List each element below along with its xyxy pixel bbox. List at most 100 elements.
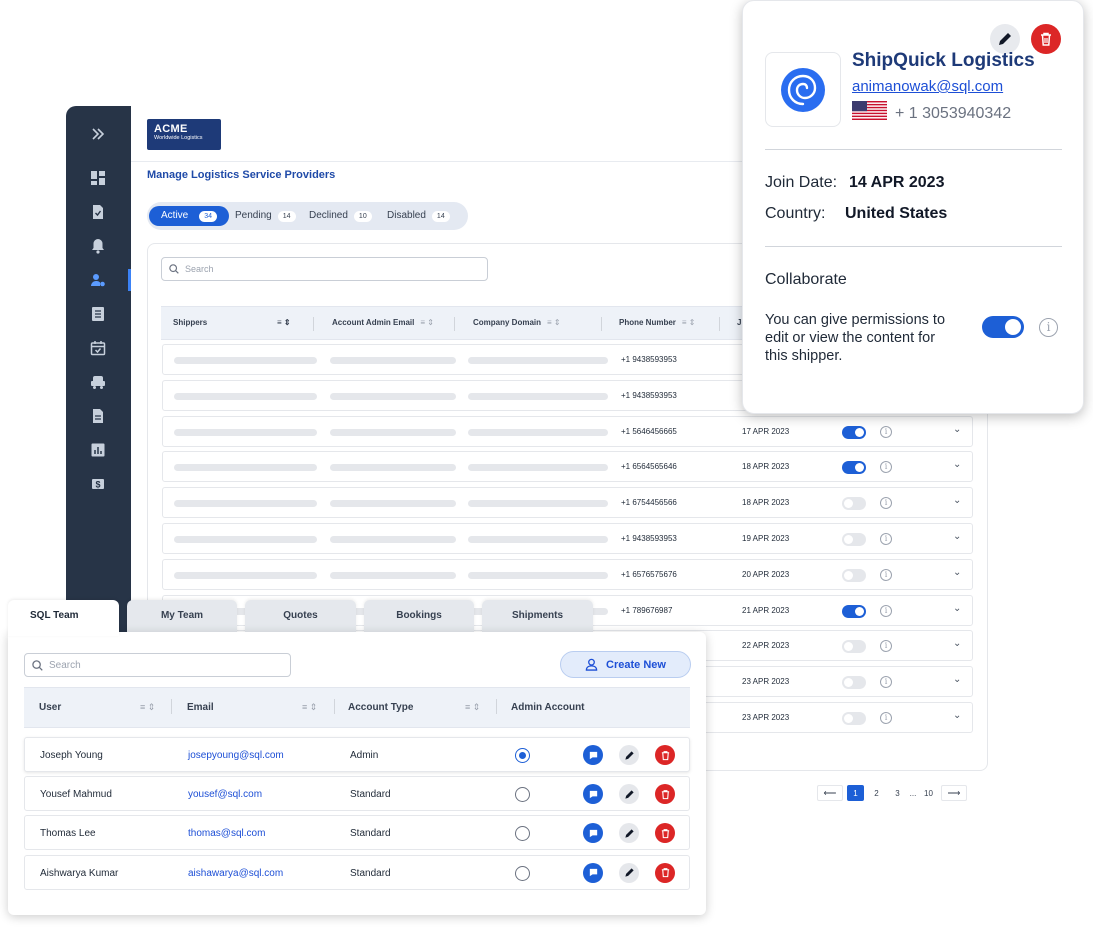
admin-radio[interactable]	[515, 748, 530, 763]
col-shippers[interactable]: Shippers	[173, 318, 207, 327]
collab-toggle[interactable]	[842, 712, 866, 725]
tab-declined[interactable]: Declined 10	[309, 206, 372, 226]
team-search-input[interactable]: Search	[24, 653, 291, 677]
message-button[interactable]	[583, 862, 603, 883]
col-email[interactable]: Email	[187, 702, 214, 713]
company-email-link[interactable]: animanowak@sql.com	[852, 78, 1003, 95]
user-email-link[interactable]: josepyoung@sql.com	[188, 750, 284, 761]
edit-button[interactable]	[619, 784, 639, 805]
tab-disabled[interactable]: Disabled 14	[387, 206, 450, 226]
edit-button[interactable]	[619, 862, 639, 883]
delete-button[interactable]	[655, 745, 675, 765]
info-icon[interactable]: i	[880, 568, 892, 581]
tab-quotes[interactable]: Quotes	[245, 600, 356, 633]
col-admin-email[interactable]: Account Admin Email ≡ ⇕	[332, 318, 434, 327]
page-2-button[interactable]: 2	[868, 785, 885, 801]
create-new-button[interactable]: Create New	[560, 651, 691, 678]
collab-toggle[interactable]	[842, 425, 866, 439]
col-admin-account[interactable]: Admin Account	[511, 702, 585, 713]
delete-button[interactable]	[1031, 24, 1061, 54]
chevron-down-icon[interactable]: ⌄	[953, 710, 961, 721]
page-3-button[interactable]: 3	[889, 785, 906, 801]
user-email-link[interactable]: thomas@sql.com	[188, 828, 265, 839]
file-icon[interactable]	[90, 408, 106, 424]
tab-pending[interactable]: Pending 14	[235, 206, 296, 226]
delete-button[interactable]	[655, 784, 675, 805]
chevron-down-icon[interactable]: ⌄	[953, 459, 961, 470]
tab-sql-team[interactable]: SQL Team	[8, 600, 119, 636]
filter-sort-icon[interactable]: ≡ ⇕	[547, 318, 561, 327]
tab-my-team[interactable]: My Team	[127, 600, 237, 633]
admin-radio[interactable]	[515, 865, 530, 881]
info-icon[interactable]: i	[880, 640, 892, 653]
info-icon[interactable]: i	[880, 604, 892, 617]
message-button[interactable]	[583, 745, 603, 765]
provider-row[interactable]: +1 6576575676 20 APR 2023 i ⌄	[162, 558, 973, 590]
filter-sort-icon[interactable]: ≡ ⇕	[682, 318, 696, 327]
user-row[interactable]: Yousef Mahmud yousef@sql.com Standard	[24, 776, 690, 812]
info-icon[interactable]: i	[880, 497, 892, 510]
collab-toggle[interactable]	[842, 533, 866, 546]
delete-button[interactable]	[655, 823, 675, 844]
chevron-down-icon[interactable]: ⌄	[953, 674, 961, 685]
collab-toggle[interactable]	[842, 461, 866, 475]
col-user[interactable]: User	[39, 702, 61, 713]
collab-toggle[interactable]	[842, 640, 866, 654]
collaborate-toggle[interactable]	[982, 316, 1024, 338]
info-icon[interactable]: i	[880, 533, 892, 545]
filter-sort-icon[interactable]: ≡ ⇕	[277, 318, 291, 327]
info-icon[interactable]: i	[880, 461, 892, 474]
info-icon[interactable]: i	[880, 676, 892, 689]
prev-page-button[interactable]: ⟵	[817, 785, 843, 801]
chevron-down-icon[interactable]: ⌄	[953, 424, 961, 435]
filter-sort-icon[interactable]: ≡ ⇕	[420, 318, 434, 327]
col-account-type[interactable]: Account Type	[348, 702, 413, 713]
collab-toggle[interactable]	[842, 497, 866, 511]
col-company-domain[interactable]: Company Domain ≡ ⇕	[473, 318, 561, 327]
acme-logo[interactable]: ACME Worldwide Logistics	[147, 119, 221, 150]
chart-icon[interactable]	[90, 442, 106, 458]
calendar-check-icon[interactable]	[90, 340, 106, 356]
col-phone-number[interactable]: Phone Number ≡ ⇕	[619, 318, 696, 327]
tab-active[interactable]: Active 34	[149, 206, 229, 226]
provider-row[interactable]: +1 9438593953 19 APR 2023 i ⌄	[162, 523, 973, 554]
edit-button[interactable]	[619, 745, 639, 765]
dashboard-icon[interactable]	[90, 170, 106, 186]
collab-toggle[interactable]	[842, 676, 866, 690]
provider-row[interactable]: +1 6754456566 18 APR 2023 i ⌄	[162, 487, 973, 519]
user-row[interactable]: Aishwarya Kumar aishawarya@sql.com Standar…	[24, 854, 690, 890]
provider-row[interactable]: +1 5646456665 17 APR 2023 i ⌄	[162, 415, 973, 447]
filter-sort-icon[interactable]: ≡ ⇕	[465, 702, 480, 713]
tab-bookings[interactable]: Bookings	[364, 600, 474, 633]
chevron-down-icon[interactable]: ⌄	[953, 603, 961, 614]
message-button[interactable]	[583, 784, 603, 805]
info-icon[interactable]: i	[1039, 318, 1058, 337]
user-email-link[interactable]: yousef@sql.com	[188, 789, 262, 800]
bell-icon[interactable]	[90, 238, 106, 254]
chevrons-right-icon[interactable]	[90, 126, 106, 142]
user-email-link[interactable]: aishawarya@sql.com	[188, 868, 283, 879]
delete-button[interactable]	[655, 862, 675, 883]
page-10-button[interactable]: 10	[920, 785, 937, 801]
collab-toggle[interactable]	[842, 568, 866, 582]
providers-search-input[interactable]: Search	[161, 257, 488, 281]
admin-radio[interactable]	[515, 787, 530, 803]
list-icon[interactable]	[90, 306, 106, 322]
message-button[interactable]	[583, 823, 603, 844]
collab-toggle[interactable]	[842, 604, 866, 618]
chevron-down-icon[interactable]: ⌄	[953, 567, 961, 578]
provider-row[interactable]: +1 6564565646 18 APR 2023 i ⌄	[162, 451, 973, 483]
truck-icon[interactable]	[90, 374, 106, 390]
filter-sort-icon[interactable]: ≡ ⇕	[140, 702, 155, 713]
page-1-button[interactable]: 1	[847, 785, 864, 801]
chevron-down-icon[interactable]: ⌄	[953, 495, 961, 506]
document-check-icon[interactable]	[90, 204, 106, 220]
info-icon[interactable]: i	[880, 425, 892, 438]
user-row[interactable]: Thomas Lee thomas@sql.com Standard	[24, 815, 690, 851]
filter-sort-icon[interactable]: ≡ ⇕	[302, 702, 317, 713]
edit-button[interactable]	[619, 823, 639, 844]
user-settings-icon[interactable]	[90, 272, 106, 288]
chevron-down-icon[interactable]: ⌄	[953, 638, 961, 649]
tab-shipments[interactable]: Shipments	[482, 600, 593, 633]
user-row[interactable]: Joseph Young josepyoung@sql.com Admin	[24, 737, 690, 772]
